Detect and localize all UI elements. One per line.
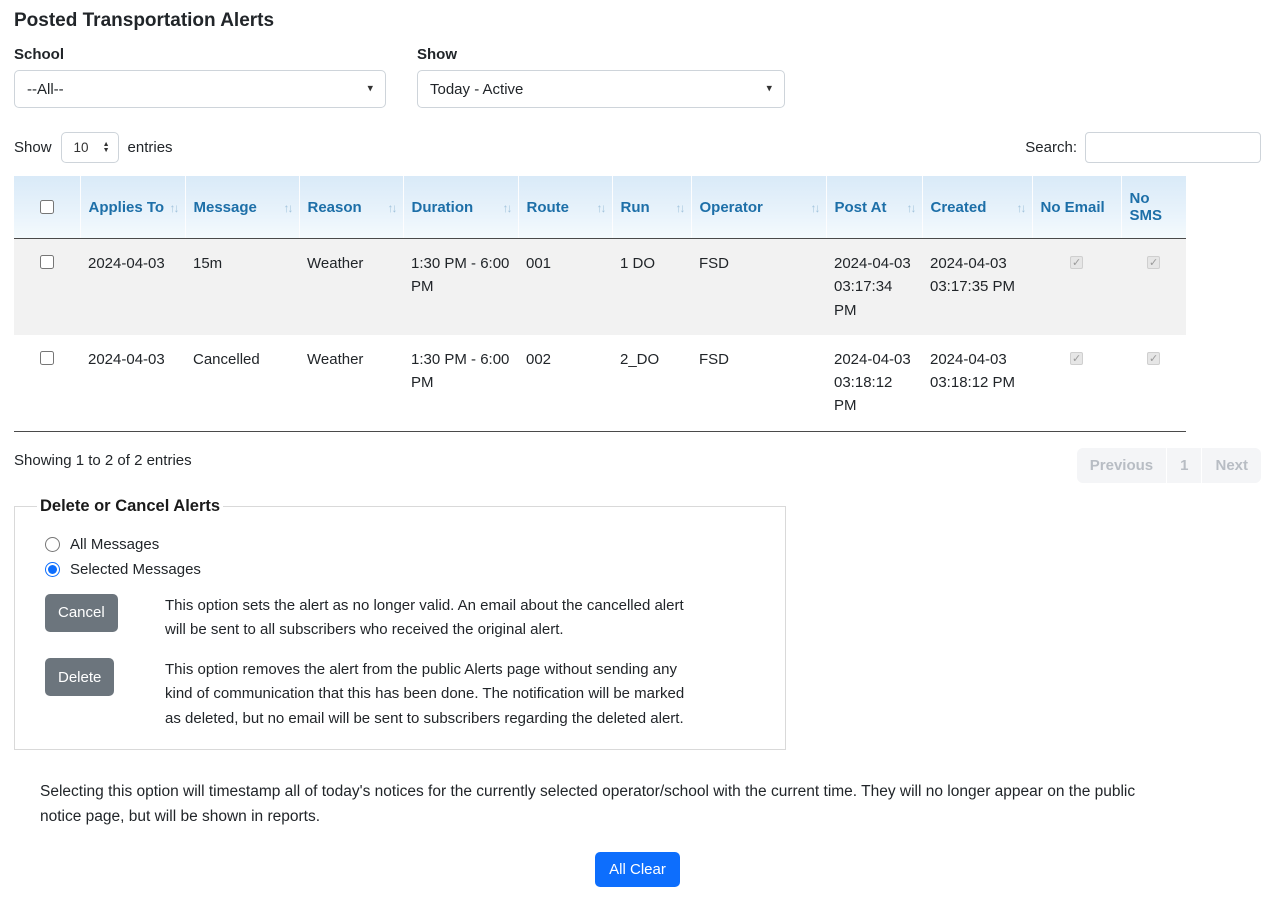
sort-icon[interactable]: ↑↓ xyxy=(907,201,915,215)
table-row: 2024-04-03 Cancelled Weather 1:30 PM - 6… xyxy=(14,335,1186,431)
sort-icon[interactable]: ↑↓ xyxy=(170,201,178,215)
no-email-checkbox xyxy=(1070,256,1083,269)
col-header-created[interactable]: Created ↑↓ xyxy=(922,176,1032,239)
search-control: Search: xyxy=(1025,132,1261,163)
delete-or-cancel-panel: Delete or Cancel Alerts All Messages Sel… xyxy=(14,497,786,750)
table-controls: Show 10 ▲▼ entries Search: xyxy=(14,132,1261,163)
col-header-post-at[interactable]: Post At ↑↓ xyxy=(826,176,922,239)
cell-no-email xyxy=(1032,335,1121,431)
sort-icon[interactable]: ↑↓ xyxy=(811,201,819,215)
row-select-checkbox[interactable] xyxy=(40,255,54,269)
delete-action-row: Delete This option removes the alert fro… xyxy=(35,658,765,731)
cell-applies-to: 2024-04-03 xyxy=(80,335,185,431)
all-clear-button-row: All Clear xyxy=(14,852,1261,887)
cell-run: 2_DO xyxy=(612,335,691,431)
row-select-cell xyxy=(14,239,80,335)
all-messages-label: All Messages xyxy=(70,536,159,553)
cell-route: 001 xyxy=(518,239,612,335)
no-email-checkbox xyxy=(1070,352,1083,365)
sort-icon[interactable]: ↑↓ xyxy=(1017,201,1025,215)
show-label: Show xyxy=(417,46,785,63)
sort-icon[interactable]: ↑↓ xyxy=(676,201,684,215)
selected-messages-radio-row[interactable]: Selected Messages xyxy=(45,561,765,578)
sort-icon[interactable]: ↑↓ xyxy=(388,201,396,215)
delete-description: This option removes the alert from the p… xyxy=(165,658,685,731)
search-label: Search: xyxy=(1025,139,1077,156)
cell-created: 2024-04-03 03:17:35 PM xyxy=(922,239,1032,335)
col-header-applies-to[interactable]: Applies To ↑↓ xyxy=(80,176,185,239)
cell-message: Cancelled xyxy=(185,335,299,431)
table-header-row: Applies To ↑↓ Message ↑↓ Reason ↑↓ Durat… xyxy=(14,176,1186,239)
cell-duration: 1:30 PM - 6:00 PM xyxy=(403,335,518,431)
col-header-operator[interactable]: Operator ↑↓ xyxy=(691,176,826,239)
alerts-table: Applies To ↑↓ Message ↑↓ Reason ↑↓ Durat… xyxy=(14,176,1186,432)
school-filter-group: School --All-- ▾ xyxy=(14,46,386,108)
pagination: Previous 1 Next xyxy=(1077,448,1261,483)
entries-length-value: 10 xyxy=(74,140,89,155)
entries-info: Showing 1 to 2 of 2 entries xyxy=(14,448,192,469)
cancel-description: This option sets the alert as no longer … xyxy=(165,594,685,643)
show-select[interactable]: Today - Active xyxy=(417,70,785,108)
cell-created: 2024-04-03 03:18:12 PM xyxy=(922,335,1032,431)
entries-suffix-label: entries xyxy=(128,139,173,156)
col-header-duration[interactable]: Duration ↑↓ xyxy=(403,176,518,239)
pagination-previous[interactable]: Previous xyxy=(1077,448,1167,483)
cell-route: 002 xyxy=(518,335,612,431)
sort-icon[interactable]: ↑↓ xyxy=(503,201,511,215)
cancel-button[interactable]: Cancel xyxy=(45,594,118,632)
selected-messages-radio[interactable] xyxy=(45,562,60,577)
filters-row: School --All-- ▾ Show Today - Active ▾ xyxy=(14,46,1261,108)
col-header-no-email: No Email xyxy=(1032,176,1121,239)
page-title: Posted Transportation Alerts xyxy=(14,10,1261,32)
all-messages-radio[interactable] xyxy=(45,537,60,552)
delete-button[interactable]: Delete xyxy=(45,658,114,696)
cell-post-at: 2024-04-03 03:18:12 PM xyxy=(826,335,922,431)
cell-reason: Weather xyxy=(299,239,403,335)
delete-panel-legend: Delete or Cancel Alerts xyxy=(37,497,223,516)
table-footer: Showing 1 to 2 of 2 entries Previous 1 N… xyxy=(14,448,1261,483)
col-header-no-sms: No SMS xyxy=(1121,176,1186,239)
all-messages-radio-row[interactable]: All Messages xyxy=(45,536,765,553)
col-header-run[interactable]: Run ↑↓ xyxy=(612,176,691,239)
cell-no-email xyxy=(1032,239,1121,335)
col-header-route[interactable]: Route ↑↓ xyxy=(518,176,612,239)
cell-applies-to: 2024-04-03 xyxy=(80,239,185,335)
school-select[interactable]: --All-- xyxy=(14,70,386,108)
select-all-header xyxy=(14,176,80,239)
page-container: Posted Transportation Alerts School --Al… xyxy=(0,0,1275,907)
pagination-page-1[interactable]: 1 xyxy=(1167,448,1202,483)
entries-prefix-label: Show xyxy=(14,139,52,156)
entries-length-select[interactable]: 10 ▲▼ xyxy=(61,132,119,163)
school-label: School xyxy=(14,46,386,63)
sort-icon[interactable]: ↑↓ xyxy=(597,201,605,215)
cell-operator: FSD xyxy=(691,335,826,431)
cell-run: 1 DO xyxy=(612,239,691,335)
cell-no-sms xyxy=(1121,239,1186,335)
sort-icon[interactable]: ↑↓ xyxy=(284,201,292,215)
cell-post-at: 2024-04-03 03:17:34 PM xyxy=(826,239,922,335)
show-filter-group: Show Today - Active ▾ xyxy=(417,46,785,108)
row-select-checkbox[interactable] xyxy=(40,351,54,365)
cell-reason: Weather xyxy=(299,335,403,431)
select-all-checkbox[interactable] xyxy=(40,200,54,214)
table-row: 2024-04-03 15m Weather 1:30 PM - 6:00 PM… xyxy=(14,239,1186,335)
cell-no-sms xyxy=(1121,335,1186,431)
entries-length-control: Show 10 ▲▼ entries xyxy=(14,132,173,163)
spinner-icon: ▲▼ xyxy=(103,142,110,154)
pagination-next[interactable]: Next xyxy=(1202,448,1261,483)
cell-operator: FSD xyxy=(691,239,826,335)
selected-messages-label: Selected Messages xyxy=(70,561,201,578)
all-clear-button[interactable]: All Clear xyxy=(595,852,680,887)
no-sms-checkbox xyxy=(1147,352,1160,365)
no-sms-checkbox xyxy=(1147,256,1160,269)
cell-duration: 1:30 PM - 6:00 PM xyxy=(403,239,518,335)
col-header-message[interactable]: Message ↑↓ xyxy=(185,176,299,239)
col-header-reason[interactable]: Reason ↑↓ xyxy=(299,176,403,239)
search-input[interactable] xyxy=(1085,132,1261,163)
all-clear-note: Selecting this option will timestamp all… xyxy=(14,780,1144,830)
cancel-action-row: Cancel This option sets the alert as no … xyxy=(35,594,765,643)
cell-message: 15m xyxy=(185,239,299,335)
row-select-cell xyxy=(14,335,80,431)
